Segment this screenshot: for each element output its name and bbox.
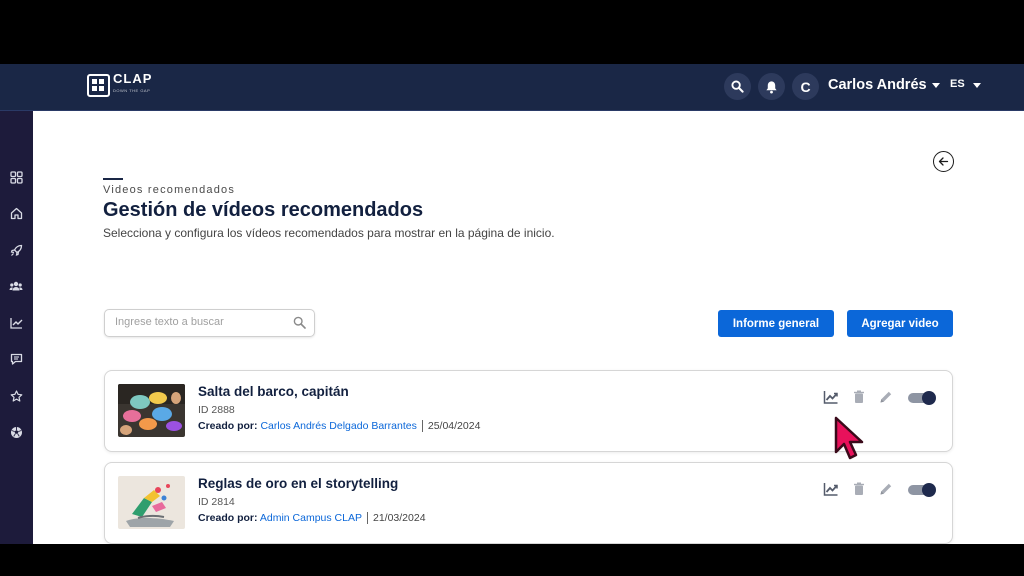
bottom-letterbox: [0, 544, 1024, 576]
grid-icon[interactable]: [8, 169, 24, 185]
home-icon[interactable]: [8, 205, 24, 221]
video-date: 21/03/2024: [372, 512, 426, 524]
video-thumbnail[interactable]: [118, 384, 185, 437]
stats-chart-icon[interactable]: [823, 389, 839, 405]
chat-icon[interactable]: [8, 351, 24, 367]
search-button[interactable]: [724, 73, 751, 100]
soccer-ball-icon[interactable]: [8, 424, 24, 440]
created-by-label: Creado por:: [198, 420, 258, 432]
general-report-button[interactable]: Informe general: [718, 310, 834, 337]
search-input[interactable]: [115, 316, 285, 328]
user-menu-chevron-down-icon[interactable]: [932, 83, 940, 88]
search-icon: [731, 80, 744, 93]
arrow-left-icon: [938, 157, 949, 166]
star-icon[interactable]: [8, 388, 24, 404]
video-card: Salta del barco, capitán ID 2888 Creado …: [104, 370, 953, 452]
video-title[interactable]: Salta del barco, capitán: [198, 384, 349, 399]
search-icon[interactable]: [293, 316, 306, 329]
breadcrumb: Videos recomendados: [103, 184, 236, 196]
title-accent-line: [103, 178, 123, 180]
language-chevron-down-icon[interactable]: [973, 83, 981, 88]
screen: CLAP DOWN THE GAP C Carlos Andrés ES Vid…: [0, 0, 1024, 576]
avatar-initial: C: [800, 78, 811, 95]
mouse-cursor-icon: [834, 416, 864, 460]
video-meta: Creado por: Carlos Andrés Delgado Barran…: [198, 420, 481, 433]
logo-mark-icon: [87, 73, 110, 97]
logo-subtext: DOWN THE GAP: [113, 88, 151, 93]
sidebar: [0, 111, 33, 544]
author-link[interactable]: Admin Campus CLAP: [260, 512, 362, 524]
user-name[interactable]: Carlos Andrés: [828, 77, 927, 93]
active-toggle[interactable]: [908, 391, 936, 405]
page-title: Gestión de vídeos recomendados: [103, 199, 424, 221]
top-navbar: CLAP DOWN THE GAP C Carlos Andrés ES: [0, 64, 1024, 111]
trash-icon[interactable]: [851, 389, 867, 405]
video-title[interactable]: Reglas de oro en el storytelling: [198, 476, 398, 491]
active-toggle[interactable]: [908, 483, 936, 497]
users-icon[interactable]: [8, 278, 24, 294]
video-id: ID 2888: [198, 404, 235, 416]
created-by-label: Creado por:: [198, 512, 258, 524]
video-date: 25/04/2024: [427, 420, 481, 432]
search-box: [104, 309, 315, 337]
edit-pencil-icon[interactable]: [878, 389, 894, 405]
chart-icon[interactable]: [8, 315, 24, 331]
meta-divider: [366, 512, 368, 525]
main-content: Videos recomendados Gestión de vídeos re…: [33, 111, 1024, 544]
rocket-icon[interactable]: [8, 242, 24, 258]
trash-icon[interactable]: [851, 481, 867, 497]
notifications-button[interactable]: [758, 73, 785, 100]
author-link[interactable]: Carlos Andrés Delgado Barrantes: [260, 420, 416, 432]
page-subtitle: Selecciona y configura los vídeos recome…: [103, 226, 555, 240]
meta-divider: [421, 420, 423, 433]
edit-pencil-icon[interactable]: [878, 481, 894, 497]
add-video-button[interactable]: Agregar video: [847, 310, 953, 337]
back-button[interactable]: [933, 151, 954, 172]
video-id: ID 2814: [198, 496, 235, 508]
video-card: Reglas de oro en el storytelling ID 2814…: [104, 462, 953, 544]
stats-chart-icon[interactable]: [823, 481, 839, 497]
logo-text: CLAP: [113, 71, 153, 86]
bell-icon: [766, 80, 777, 93]
avatar[interactable]: C: [792, 73, 819, 100]
app-logo[interactable]: CLAP DOWN THE GAP: [87, 71, 153, 97]
video-meta: Creado por: Admin Campus CLAP 21/03/2024: [198, 512, 426, 525]
language-selector[interactable]: ES: [950, 78, 965, 90]
video-thumbnail[interactable]: [118, 476, 185, 529]
